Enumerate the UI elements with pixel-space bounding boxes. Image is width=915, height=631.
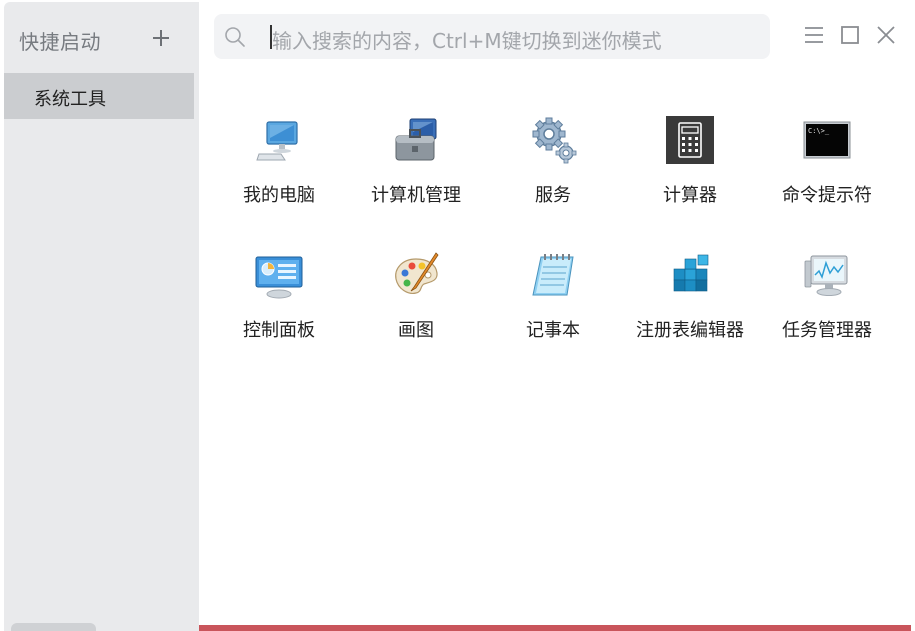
maximize-button[interactable] [839,24,861,46]
maximize-icon [841,26,859,44]
app-label: 注册表编辑器 [636,320,744,341]
app-label: 计算机管理 [371,185,461,206]
app-label: 任务管理器 [782,320,872,341]
plus-icon [153,30,169,46]
menu-icon [805,27,823,43]
app-label: 我的电脑 [243,185,315,206]
app-paint[interactable]: 画图 [351,251,481,361]
control-panel-icon [255,251,303,299]
sidebar-scrollbar[interactable] [11,623,96,631]
close-icon [877,26,895,44]
app-notepad[interactable]: 记事本 [488,251,618,361]
computer-icon [255,116,303,164]
notepad-icon [529,251,577,299]
cmd-prompt-text: C:\>_ [808,127,830,135]
app-control-panel[interactable]: 控制面板 [214,251,344,361]
app-label: 控制面板 [243,320,315,341]
command-prompt-icon: C:\>_ [803,116,851,164]
close-button[interactable] [875,24,897,46]
app-computer-management[interactable]: 计算机管理 [351,116,481,226]
sidebar-item-label: 系统工具 [34,89,106,110]
app-label: 记事本 [526,320,580,341]
app-label: 画图 [398,320,434,341]
app-services[interactable]: 服务 [488,116,618,226]
app-calculator[interactable]: 计算器 [625,116,755,226]
app-registry-editor[interactable]: 注册表编辑器 [625,251,755,361]
sidebar-item-system-tools[interactable]: 系统工具 [4,73,194,119]
app-label: 命令提示符 [782,185,872,206]
sidebar: 快捷启动 系统工具 [4,2,199,631]
registry-editor-icon [666,251,714,299]
calculator-icon [666,116,714,164]
app-command-prompt[interactable]: C:\>_ 命令提示符 [762,116,892,226]
app-task-manager[interactable]: 任务管理器 [762,251,892,361]
app-my-computer[interactable]: 我的电脑 [214,116,344,226]
app-label: 服务 [535,185,571,206]
search-icon [225,27,245,47]
accent-bar [199,625,911,631]
search-placeholder: 输入搜索的内容，Ctrl+M键切换到迷你模式 [272,29,662,53]
paint-palette-icon [392,251,440,299]
task-manager-icon [803,251,851,299]
sidebar-header: 快捷启动 [4,2,199,72]
app-label: 计算器 [663,185,717,206]
menu-button[interactable] [803,24,825,46]
sidebar-title: 快捷启动 [19,30,101,54]
add-group-button[interactable] [150,24,172,50]
gears-icon [529,116,577,164]
search-input[interactable]: 输入搜索的内容，Ctrl+M键切换到迷你模式 [214,14,770,59]
computer-management-icon [392,116,440,164]
